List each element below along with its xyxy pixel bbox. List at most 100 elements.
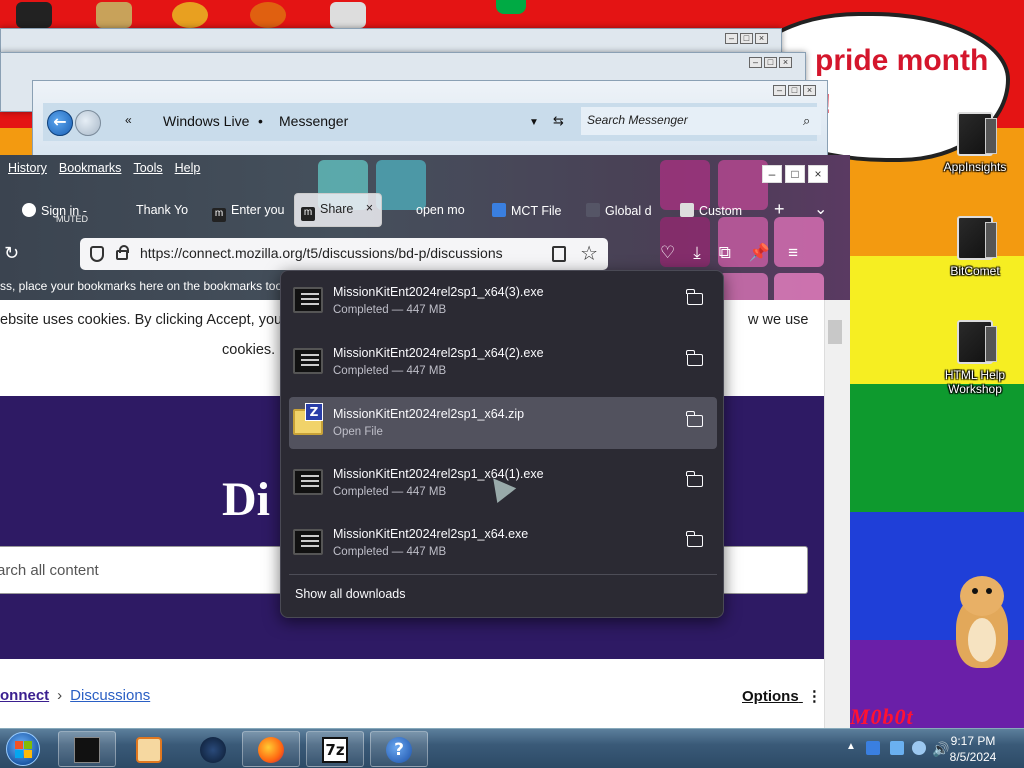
- tab-open-mo[interactable]: open mo: [410, 195, 480, 227]
- maximize-button[interactable]: □: [785, 165, 805, 183]
- custom-icon: [680, 203, 694, 217]
- taskbar-app-globe[interactable]: [184, 731, 242, 767]
- tab-enter-your[interactable]: m Enter you: [206, 195, 290, 227]
- menu-tools[interactable]: Tools: [133, 161, 162, 175]
- messenger-search-input[interactable]: Search Messenger: [581, 107, 821, 135]
- desktop-icon-html-help-workshop[interactable]: HTML Help Workshop: [930, 320, 1020, 396]
- speech-bubble-text: pride month: [815, 44, 989, 77]
- download-status: Open File: [333, 426, 383, 438]
- show-in-folder-icon[interactable]: [686, 531, 703, 547]
- chevron-double-left-icon[interactable]: «: [125, 113, 132, 127]
- breadcrumb-messenger[interactable]: Messenger: [279, 113, 348, 129]
- page-scrollbar[interactable]: [824, 300, 850, 728]
- minimize-button[interactable]: –: [749, 57, 762, 68]
- show-in-folder-icon[interactable]: [686, 411, 703, 427]
- 7zip-icon: 7z: [322, 737, 348, 763]
- shield-icon[interactable]: [90, 246, 104, 262]
- cookie-text-line1-right: w we use: [748, 312, 809, 328]
- lock-icon[interactable]: [116, 245, 129, 260]
- close-button[interactable]: ×: [779, 57, 792, 68]
- url-text[interactable]: https://connect.mozilla.org/t5/discussio…: [140, 245, 503, 261]
- menu-history[interactable]: History: [8, 161, 47, 175]
- show-in-folder-icon[interactable]: [686, 350, 703, 366]
- forward-arrow-icon[interactable]: [75, 110, 101, 136]
- breadcrumb-windows-live[interactable]: Windows Live: [163, 113, 249, 129]
- menu-bookmarks[interactable]: Bookmarks: [59, 161, 122, 175]
- close-button[interactable]: ×: [803, 85, 816, 96]
- bitcomet-icon: [957, 216, 997, 260]
- show-all-downloads-button[interactable]: Show all downloads: [295, 587, 406, 601]
- download-item[interactable]: MissionKitEnt2024rel2sp1_x64.exe Complet…: [289, 517, 717, 569]
- dropdown-arrow-icon[interactable]: ▼: [529, 117, 539, 128]
- google-icon: [22, 203, 36, 217]
- taskbar-app-terminal[interactable]: [58, 731, 116, 767]
- tab-custom[interactable]: Custom: [674, 195, 758, 227]
- close-tab-icon[interactable]: ×: [366, 201, 373, 215]
- circle-icon: [250, 2, 286, 28]
- taskbar-app-7zip[interactable]: 7z: [306, 731, 364, 767]
- new-tab-button[interactable]: +: [768, 195, 791, 227]
- close-button[interactable]: ×: [808, 165, 828, 183]
- search-placeholder: arch all content: [0, 562, 99, 579]
- tab-share[interactable]: m Share ×: [294, 193, 382, 227]
- search-icon[interactable]: ⌕: [803, 113, 810, 129]
- close-button[interactable]: ×: [755, 33, 768, 44]
- show-in-folder-icon[interactable]: [686, 471, 703, 487]
- breadcrumb-connect[interactable]: onnect: [0, 687, 49, 704]
- help-icon: ?: [386, 737, 412, 763]
- network-icon[interactable]: [866, 741, 880, 755]
- menu-help[interactable]: Help: [175, 161, 201, 175]
- pin-icon[interactable]: 📌: [749, 243, 770, 263]
- extensions-icon[interactable]: ⧉: [719, 243, 731, 263]
- tab-sign-in[interactable]: Sign in - MUTED: [16, 195, 112, 227]
- download-item[interactable]: MissionKitEnt2024rel2sp1_x64(3).exe Comp…: [289, 275, 717, 327]
- show-in-folder-icon[interactable]: [686, 289, 703, 305]
- hamburger-menu-icon[interactable]: ≡: [788, 243, 798, 263]
- tab-mct-file[interactable]: MCT File: [486, 195, 570, 227]
- start-button[interactable]: [6, 732, 40, 766]
- desktop-icon-appinsights[interactable]: AppInsights: [930, 112, 1020, 174]
- monitor-icon[interactable]: [890, 741, 904, 755]
- desktop-icon-bitcomet[interactable]: BitComet: [930, 216, 1020, 278]
- reader-view-icon[interactable]: [552, 246, 566, 262]
- options-menu-button[interactable]: Options ⋮: [742, 687, 822, 705]
- tab-list-button[interactable]: ⌄: [808, 195, 833, 227]
- maximize-button[interactable]: □: [764, 57, 777, 68]
- minimize-button[interactable]: –: [773, 85, 786, 96]
- minimize-button[interactable]: –: [762, 165, 782, 183]
- back-arrow-icon[interactable]: ←: [47, 110, 73, 136]
- download-item[interactable]: MissionKitEnt2024rel2sp1_x64(2).exe Comp…: [289, 336, 717, 388]
- zip-file-icon: [293, 403, 323, 435]
- tab-thank-you[interactable]: Thank Yo: [130, 195, 200, 227]
- window-controls: – □ ×: [749, 57, 792, 68]
- global-icon: [586, 203, 600, 217]
- tab-label: MCT File: [511, 204, 562, 218]
- scrollbar-thumb[interactable]: [828, 320, 842, 344]
- show-hidden-icons-arrow[interactable]: ▲: [846, 741, 856, 752]
- frog-icon: [496, 0, 526, 14]
- tab-global-d[interactable]: Global d: [580, 195, 664, 227]
- hamster-signature: M0b0t: [850, 704, 914, 728]
- pocket-icon[interactable]: ♡: [660, 243, 675, 263]
- firefox-icon: [172, 2, 208, 28]
- kebab-menu-icon: ⋮: [806, 688, 822, 705]
- download-item[interactable]: MissionKitEnt2024rel2sp1_x64.zip Open Fi…: [289, 397, 717, 449]
- maximize-button[interactable]: □: [788, 85, 801, 96]
- taskbar-app-help[interactable]: ?: [370, 731, 428, 767]
- downloads-icon[interactable]: ⤓: [693, 243, 701, 263]
- minimize-button[interactable]: –: [725, 33, 738, 44]
- reload-icon[interactable]: ↻: [4, 243, 19, 264]
- hamster-mascot: [950, 570, 1014, 670]
- breadcrumb-discussions[interactable]: Discussions: [70, 687, 150, 704]
- taskbar-app-media-player[interactable]: [120, 731, 178, 767]
- download-status: Completed — 447 MB: [333, 304, 447, 316]
- refresh-icon[interactable]: ⇆: [553, 113, 564, 129]
- download-status: Completed — 447 MB: [333, 365, 447, 377]
- system-clock[interactable]: 9:17 PM 8/5/2024: [932, 733, 1014, 765]
- url-bar[interactable]: https://connect.mozilla.org/t5/discussio…: [80, 238, 608, 270]
- connection-icon[interactable]: [912, 741, 926, 755]
- taskbar-app-firefox[interactable]: [242, 731, 300, 767]
- desktop-icon-label: AppInsights: [943, 160, 1007, 174]
- maximize-button[interactable]: □: [740, 33, 753, 44]
- bookmark-star-icon[interactable]: ☆: [580, 241, 598, 266]
